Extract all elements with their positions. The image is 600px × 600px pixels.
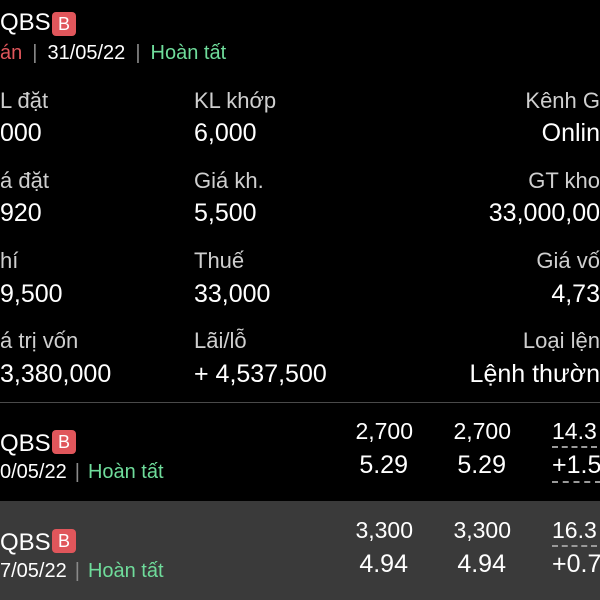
gia-dat-label: á đặt	[0, 168, 49, 193]
order-meta: án | 31/05/22 | Hoàn tất	[0, 42, 226, 65]
gia-khop-value: 5,500	[194, 199, 257, 227]
row-price-order: 4.94	[359, 550, 408, 578]
row-pl: +0.7	[552, 550, 600, 578]
loai-lenh-value: Lệnh thườn	[469, 360, 600, 388]
row-status: Hoàn tất	[87, 560, 164, 582]
order-status: Hoàn tất	[150, 42, 227, 64]
row-status: Hoàn tất	[87, 461, 164, 483]
gia-tri-von-label: á trị vốn	[0, 328, 79, 353]
divider	[0, 402, 600, 403]
loai-lenh-label: Loại lện	[522, 328, 600, 353]
row-price-matched: 5.29	[457, 451, 506, 479]
separator: |	[74, 461, 80, 483]
row-meta: 7/05/22 | Hoàn tất	[0, 560, 164, 583]
phi-value: 9,500	[0, 280, 63, 308]
buy-badge: B	[52, 430, 76, 454]
row-pl: +1.5	[552, 451, 600, 483]
order-ticker: QBS	[0, 9, 51, 36]
row-price-order: 5.29	[359, 451, 408, 479]
buy-badge: B	[52, 12, 76, 36]
row-qty-matched: 2,700	[453, 418, 511, 444]
kenh-value: Onlin	[541, 119, 600, 147]
separator: |	[74, 560, 80, 582]
thue-value: 33,000	[194, 280, 271, 308]
row-qty-order: 2,700	[355, 418, 413, 444]
separator: |	[135, 42, 141, 64]
gia-von-label: Giá vố	[536, 248, 600, 273]
kl-dat-label: L đặt	[0, 88, 49, 113]
gia-von-value: 4,73	[551, 280, 600, 308]
row-meta: 0/05/22 | Hoàn tất	[0, 461, 164, 484]
row-value: 14.3	[552, 418, 597, 448]
row-qty-matched: 3,300	[453, 517, 511, 543]
lai-lo-value: + 4,537,500	[194, 360, 327, 388]
gia-khop-label: Giá kh.	[194, 168, 264, 193]
order-side: án	[0, 42, 23, 64]
kl-dat-value: 000	[0, 119, 42, 147]
gt-khop-label: GT kho	[528, 168, 600, 193]
row-value: 16.3	[552, 517, 597, 547]
kenh-label: Kênh G	[525, 88, 600, 113]
row-price-matched: 4.94	[457, 550, 506, 578]
row-qty-order: 3,300	[355, 517, 413, 543]
buy-badge: B	[52, 529, 76, 553]
row-ticker: QBS	[0, 529, 51, 556]
row-ticker: QBS	[0, 430, 51, 457]
lai-lo-label: Lãi/lỗ	[194, 328, 247, 353]
gia-tri-von-value: 3,380,000	[0, 360, 112, 388]
phi-label: hí	[0, 248, 19, 273]
gia-dat-value: 920	[0, 199, 42, 227]
thue-label: Thuế	[194, 248, 245, 273]
row-date: 7/05/22	[0, 560, 67, 582]
kl-khop-value: 6,000	[194, 119, 257, 147]
gt-khop-value: 33,000,00	[488, 199, 600, 227]
separator: |	[32, 42, 38, 64]
order-date: 31/05/22	[47, 42, 126, 64]
row-date: 0/05/22	[0, 461, 67, 483]
order-row-highlighted[interactable]	[0, 501, 600, 600]
kl-khop-label: KL khớp	[194, 88, 277, 113]
